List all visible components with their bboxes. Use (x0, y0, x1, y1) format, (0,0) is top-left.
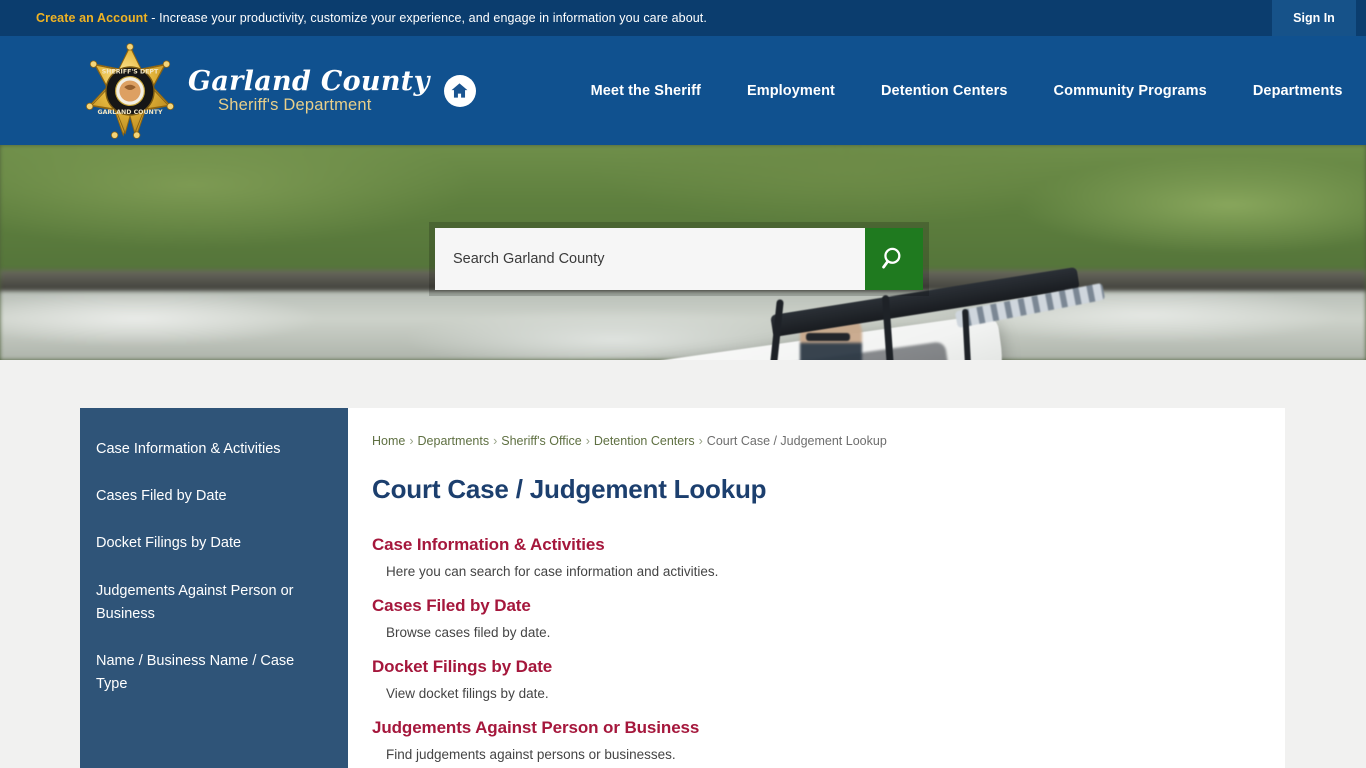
sidebar-item-case-information-activities[interactable]: Case Information & Activities (80, 426, 348, 473)
nav-item-community-programs[interactable]: Community Programs (1031, 73, 1230, 109)
breadcrumb-separator: › (698, 434, 703, 448)
breadcrumb-item-current: Court Case / Judgement Lookup (706, 434, 887, 448)
breadcrumb-item-departments[interactable]: Departments (418, 434, 490, 448)
breadcrumb-separator: › (493, 434, 498, 448)
topbar-message: Create an Account - Increase your produc… (0, 11, 707, 25)
home-icon[interactable] (443, 74, 476, 107)
breadcrumb-item-home[interactable]: Home (372, 434, 405, 448)
nav-item-employment[interactable]: Employment (724, 73, 858, 109)
section-cases-filed-by-date: Cases Filed by Date Browse cases filed b… (372, 596, 1253, 643)
search-button[interactable] (865, 228, 923, 290)
breadcrumb: Home › Departments › Sheriff's Office › Detent… (372, 434, 1253, 448)
search-icon (881, 245, 907, 274)
hero-banner: SHERIFF AR 140 GCS (0, 145, 1366, 360)
sidebar-item-judgements-against-person-or-business[interactable]: Judgements Against Person or Business (80, 568, 348, 638)
breadcrumb-item-detention-centers[interactable]: Detention Centers (594, 434, 695, 448)
create-account-link[interactable]: Create an Account (36, 11, 148, 25)
content-layout: Case Information & Activities Cases File… (80, 408, 1285, 768)
brand-subtitle: Sheriff's Department (218, 95, 372, 114)
breadcrumb-separator: › (585, 434, 590, 448)
section-judgements-against-person-or-business: Judgements Against Person or Business Fi… (372, 718, 1253, 765)
page-title: Court Case / Judgement Lookup (372, 474, 767, 504)
sidebar-item-name-business-name-case-type[interactable]: Name / Business Name / Case Type (80, 638, 348, 708)
svg-text:GARLAND COUNTY: GARLAND COUNTY (97, 109, 163, 116)
utility-topbar: Create an Account - Increase your produc… (0, 0, 1366, 36)
section-link-docket-filings-by-date[interactable]: Docket Filings by Date (372, 657, 552, 677)
sidebar-item-docket-filings-by-date[interactable]: Docket Filings by Date (80, 520, 348, 567)
breadcrumb-item-sheriffs-office[interactable]: Sheriff's Office (501, 434, 581, 448)
main-navigation: Meet the Sheriff Employment Detention Ce… (568, 73, 1366, 109)
section-desc-judgements-against-person-or-business: Find judgements against persons or busin… (386, 746, 676, 762)
sign-in-button[interactable]: Sign In (1272, 0, 1356, 36)
topbar-message-text: - Increase your productivity, customize … (147, 11, 707, 25)
brand-title: Garland County (188, 65, 430, 97)
section-desc-case-information-activities: Here you can search for case information… (386, 564, 719, 579)
nav-item-meet-the-sheriff[interactable]: Meet the Sheriff (568, 73, 724, 109)
page-body: Case Information & Activities Cases File… (0, 360, 1366, 768)
section-link-cases-filed-by-date[interactable]: Cases Filed by Date (372, 596, 531, 616)
sidebar-item-cases-filed-by-date[interactable]: Cases Filed by Date (80, 473, 348, 520)
sheriff-star-badge-icon: SHERIFF'S DEPT GARLAND COUNTY (82, 42, 178, 139)
section-case-information-activities: Case Information & Activities Here you c… (372, 535, 1253, 582)
site-header: SHERIFF'S DEPT GARLAND COUNTY Garland Co… (0, 36, 1366, 145)
main-content-panel: Home › Departments › Sheriff's Office › Detent… (348, 408, 1285, 768)
section-link-judgements-against-person-or-business[interactable]: Judgements Against Person or Business (372, 718, 699, 738)
brand-text: Garland County Sheriff's Department (188, 68, 430, 114)
boat-tower-frame (759, 285, 1060, 360)
section-link-case-information-activities[interactable]: Case Information & Activities (372, 535, 605, 555)
section-desc-cases-filed-by-date: Browse cases filed by date. (386, 624, 551, 640)
secondary-sidebar-navigation: Case Information & Activities Cases File… (80, 408, 348, 768)
hero-search-box (435, 228, 923, 290)
nav-item-detention-centers[interactable]: Detention Centers (858, 73, 1031, 109)
svg-text:SHERIFF'S DEPT: SHERIFF'S DEPT (102, 68, 159, 75)
breadcrumb-separator: › (409, 434, 414, 448)
nav-item-departments[interactable]: Departments (1230, 73, 1366, 109)
brand-lockup[interactable]: SHERIFF'S DEPT GARLAND COUNTY Garland Co… (82, 42, 476, 139)
search-input[interactable] (435, 228, 865, 290)
hero-water (0, 291, 1366, 360)
section-docket-filings-by-date: Docket Filings by Date View docket filin… (372, 657, 1253, 704)
section-desc-docket-filings-by-date: View docket filings by date. (386, 685, 549, 701)
